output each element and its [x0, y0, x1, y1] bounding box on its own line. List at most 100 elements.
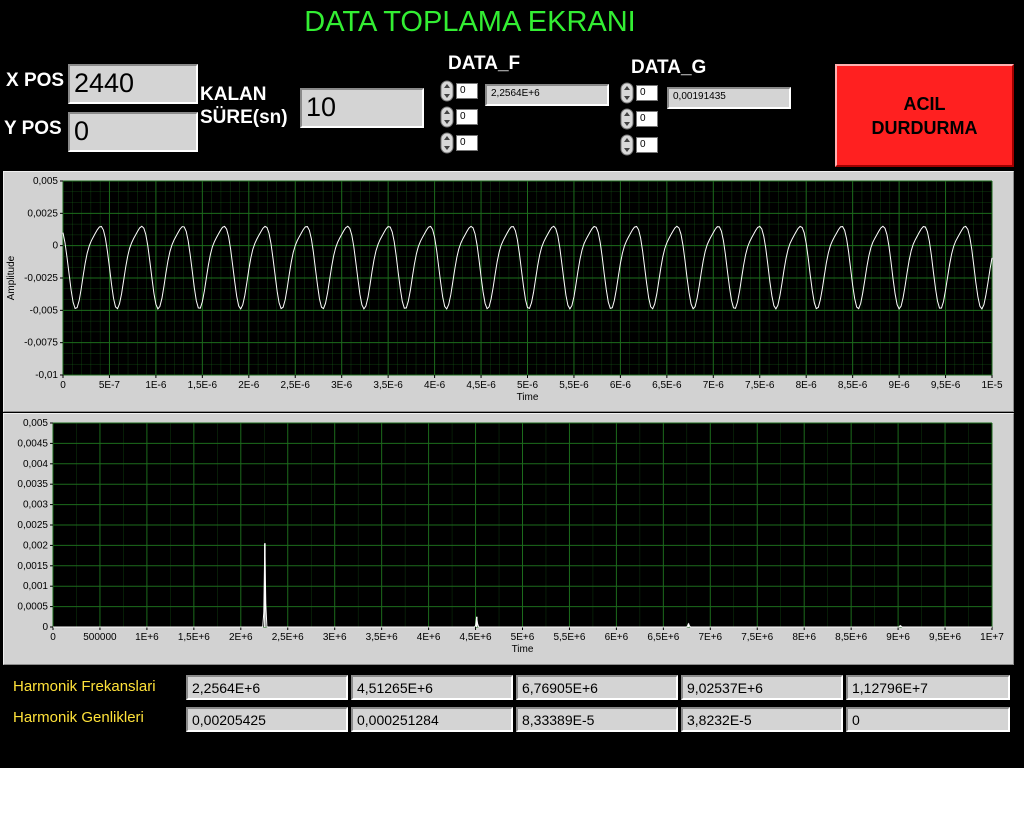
harmonic-amplitude-1: 0,00205425: [186, 707, 348, 732]
kalan-label-line1: KALAN: [200, 84, 267, 105]
y-tick-label: 0,0025: [17, 520, 48, 531]
x-tick-label: 2E+6: [229, 632, 253, 643]
x-tick-label: 6E+6: [605, 632, 629, 643]
y-tick-label: 0: [52, 241, 58, 252]
grid: [62, 180, 993, 376]
kalan-label-line2: SÜRE(sn): [200, 107, 288, 128]
spinner-icon[interactable]: [620, 108, 636, 130]
harmonic-amplitudes-label: Harmonik Genlikleri: [13, 709, 144, 726]
x-tick-label: 2,5E-6: [281, 380, 311, 391]
data-f-index-row: 0: [440, 106, 478, 128]
y-tick-label: 0,0025: [27, 208, 58, 219]
spectrum-chart: 0 500000 1E+6 1,5E+6 2E+6 2,5E+6 3E+6 3,5E+6 4E+…: [17, 418, 1004, 655]
x-tick-label: 4,5E+6: [460, 632, 492, 643]
x-tick-label: 2,5E+6: [272, 632, 304, 643]
y-tick-label: 0,0045: [17, 438, 48, 449]
y-tick-label: -0,0075: [24, 338, 58, 349]
x-tick-label: 3E-6: [331, 380, 353, 391]
harmonic-frequency-2: 4,51265E+6: [351, 675, 513, 700]
x-tick-label: 5E-6: [517, 380, 539, 391]
y-tick-label: 0,003: [23, 500, 48, 511]
x-tick-label: 7,5E-6: [745, 380, 775, 391]
harmonic-amplitude-2: 0,000251284: [351, 707, 513, 732]
x-tick-label: 4E+6: [417, 632, 441, 643]
y-tick-label: 0: [42, 622, 48, 633]
data-g-index-2[interactable]: 0: [636, 137, 658, 153]
data-f-index-row: 0: [440, 80, 478, 102]
x-tick-label: 3E+6: [323, 632, 347, 643]
x-tick-label: 0: [60, 380, 66, 391]
data-f-index-group: 0 0 0: [440, 80, 478, 154]
data-g-index-0[interactable]: 0: [636, 85, 658, 101]
waveform-chart: 0 5E-7 1E-6 1,5E-6 2E-6 2,5E-6 3E-6 3,5E-6 4E-6 4…: [6, 176, 1003, 403]
x-tick-label: 1E+6: [135, 632, 159, 643]
x-tick-label: 0: [50, 632, 56, 643]
y-tick-label: 0,004: [23, 459, 48, 470]
y-tick-label: 0,0005: [17, 602, 48, 613]
y-tick-label: 0,0035: [17, 479, 48, 490]
harmonic-frequencies-label: Harmonik Frekanslari: [13, 678, 156, 695]
data-g-index-row: 0: [620, 82, 658, 104]
x-tick-label: 1E-5: [981, 380, 1003, 391]
data-f-index-2[interactable]: 0: [456, 135, 478, 151]
data-g-index-1[interactable]: 0: [636, 111, 658, 127]
harmonic-amplitude-4: 3,8232E-5: [681, 707, 843, 732]
data-g-index-group: 0 0 0: [620, 82, 658, 156]
ypos-label: Y POS: [4, 118, 62, 139]
waveform-graph[interactable]: 0 5E-7 1E-6 1,5E-6 2E-6 2,5E-6 3E-6 3,5E-6 4E-6 4…: [3, 171, 1014, 412]
spinner-icon[interactable]: [620, 134, 636, 156]
harmonic-amplitude-5: 0: [846, 707, 1010, 732]
x-axis-label: Time: [517, 392, 539, 403]
y-tick-label: 0,002: [23, 540, 48, 551]
spinner-icon[interactable]: [620, 82, 636, 104]
harmonic-amplitude-3: 8,33389E-5: [516, 707, 678, 732]
x-tick-label: 9,5E+6: [929, 632, 961, 643]
stop-label-line1: ACIL: [903, 93, 946, 114]
emergency-stop-button[interactable]: ACIL DURDURMA: [835, 64, 1014, 167]
y-tick-label: 0,0015: [17, 561, 48, 572]
harmonic-frequency-3: 6,76905E+6: [516, 675, 678, 700]
data-g-value: 0,00191435: [667, 87, 791, 109]
x-tick-label: 500000: [83, 632, 117, 643]
kalan-sure-label: KALAN SÜRE(sn): [200, 83, 288, 129]
ypos-field[interactable]: 0: [68, 112, 198, 152]
grid: [52, 422, 993, 628]
x-tick-label: 4,5E-6: [466, 380, 496, 391]
data-f-label: DATA_F: [448, 53, 521, 74]
kalan-sure-field[interactable]: 10: [300, 88, 424, 128]
y-tick-label: -0,01: [35, 370, 58, 381]
x-tick-label: 8E+6: [792, 632, 816, 643]
spectrum-graph[interactable]: 0 500000 1E+6 1,5E+6 2E+6 2,5E+6 3E+6 3,5E+6 4E+…: [3, 413, 1014, 665]
data-f-index-row: 0: [440, 132, 478, 154]
spinner-icon[interactable]: [440, 132, 456, 154]
harmonic-frequency-4: 9,02537E+6: [681, 675, 843, 700]
x-tick-label: 3,5E+6: [366, 632, 398, 643]
x-tick-label: 5,5E-6: [559, 380, 589, 391]
x-tick-label: 4E-6: [424, 380, 446, 391]
y-tick-label: 0,001: [23, 581, 48, 592]
spinner-icon[interactable]: [440, 106, 456, 128]
x-tick-label: 2E-6: [238, 380, 260, 391]
x-tick-label: 5E-7: [99, 380, 121, 391]
x-tick-label: 1E-6: [145, 380, 167, 391]
front-panel: DATA TOPLAMA EKRANI X POS 2440 Y POS 0 K…: [0, 0, 1024, 768]
x-tick-label: 5,5E+6: [553, 632, 585, 643]
data-f-index-1[interactable]: 0: [456, 109, 478, 125]
x-tick-label: 7E+6: [698, 632, 722, 643]
data-g-index-row: 0: [620, 108, 658, 130]
y-tick-label: -0,0025: [24, 273, 58, 284]
stop-label-line2: DURDURMA: [871, 117, 978, 138]
xpos-field[interactable]: 2440: [68, 64, 198, 104]
y-tick-label: 0,005: [23, 418, 48, 429]
data-f-index-0[interactable]: 0: [456, 83, 478, 99]
x-tick-label: 6E-6: [610, 380, 632, 391]
data-g-index-row: 0: [620, 134, 658, 156]
x-tick-label: 7,5E+6: [741, 632, 773, 643]
x-axis-label: Time: [512, 644, 534, 655]
harmonic-frequency-5: 1,12796E+7: [846, 675, 1010, 700]
x-tick-label: 7E-6: [703, 380, 725, 391]
spinner-icon[interactable]: [440, 80, 456, 102]
y-tick-label: 0,005: [33, 176, 58, 187]
page-title: DATA TOPLAMA EKRANI: [304, 6, 636, 38]
x-tick-label: 8,5E-6: [838, 380, 868, 391]
